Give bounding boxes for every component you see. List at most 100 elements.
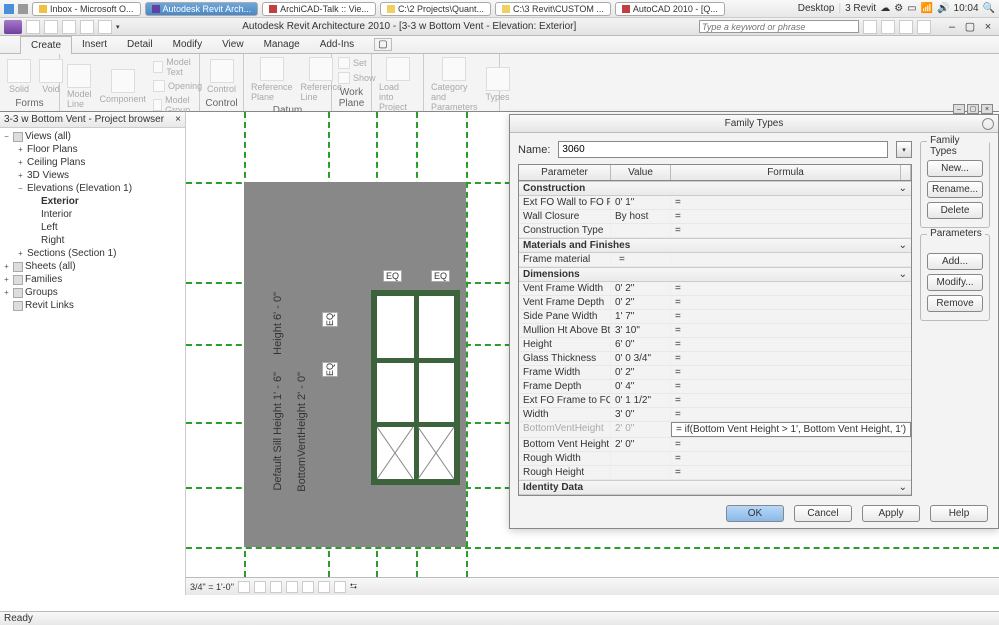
category-params-button[interactable]: Category and Parameters <box>428 56 481 113</box>
rename-type-button[interactable]: Rename... <box>927 181 983 198</box>
info-icon[interactable] <box>881 20 895 34</box>
param-row[interactable]: Height6' 0"= <box>519 338 911 352</box>
tree-node[interactable]: Left <box>2 221 183 234</box>
opening-button[interactable]: Opening <box>151 79 204 93</box>
ribbon-tab[interactable]: Add-Ins <box>310 36 364 53</box>
crop-icon[interactable] <box>302 581 314 593</box>
apply-button[interactable]: Apply <box>862 505 920 522</box>
spotlight-icon[interactable]: 🔍 <box>983 3 995 14</box>
param-group-header[interactable]: Materials and Finishes⌄ <box>519 238 911 253</box>
sun-path-icon[interactable] <box>270 581 282 593</box>
finder-icon[interactable] <box>4 4 14 14</box>
tree-node[interactable]: −Views (all) <box>2 130 183 143</box>
doc-close-icon[interactable]: × <box>981 104 993 114</box>
tree-node[interactable]: Right <box>2 234 183 247</box>
param-row[interactable]: Rough Height= <box>519 466 911 480</box>
ribbon-tab[interactable]: Detail <box>117 36 163 53</box>
battery-icon[interactable]: ▭ <box>907 3 916 14</box>
hide-isolate-icon[interactable] <box>334 581 346 593</box>
param-row[interactable]: Ext FO Frame to FO Glass0' 1 1/2"= <box>519 394 911 408</box>
redo-icon[interactable] <box>80 20 94 34</box>
param-row[interactable]: Mullion Ht Above Btm Windo3' 10"= <box>519 324 911 338</box>
param-row[interactable]: Rough Width= <box>519 452 911 466</box>
menu-icon[interactable] <box>18 4 28 14</box>
task-tab[interactable]: ArchiCAD-Talk :: Vie... <box>262 2 376 16</box>
app-menu-icon[interactable] <box>4 20 22 34</box>
parameter-grid[interactable]: Construction⌄Ext FO Wall to FO Frame0' 1… <box>519 181 911 495</box>
tree-node[interactable]: +Sheets (all) <box>2 260 183 273</box>
new-type-button[interactable]: New... <box>927 160 983 177</box>
param-row[interactable]: Bottom Vent Height2' 0"= <box>519 438 911 452</box>
types-button[interactable]: Types <box>483 66 513 103</box>
task-tab[interactable]: Autodesk Revit Arch... <box>145 2 259 16</box>
minimize-button[interactable]: – <box>945 21 959 33</box>
solid-button[interactable]: Solid <box>4 58 34 95</box>
close-button[interactable]: × <box>981 21 995 33</box>
param-row[interactable]: Width3' 0"= <box>519 408 911 422</box>
favorite-icon[interactable] <box>899 20 913 34</box>
visual-style-icon[interactable] <box>254 581 266 593</box>
browser-close-icon[interactable]: × <box>175 114 181 125</box>
control-button[interactable]: Control <box>204 58 239 95</box>
open-icon[interactable] <box>26 20 40 34</box>
task-tab[interactable]: Inbox - Microsoft O... <box>32 2 141 16</box>
scale-label[interactable]: 3/4" = 1'-0" <box>190 582 234 592</box>
tree-node[interactable]: +Ceiling Plans <box>2 156 183 169</box>
ribbon-tab[interactable]: Modify <box>163 36 212 53</box>
type-name-input[interactable] <box>558 141 888 158</box>
ribbon-minimize-icon[interactable]: ▢ <box>374 38 391 51</box>
maximize-button[interactable]: ▢ <box>963 20 977 33</box>
ribbon-tab[interactable]: Insert <box>72 36 117 53</box>
shadows-icon[interactable] <box>286 581 298 593</box>
param-row[interactable]: Construction Type= <box>519 224 911 238</box>
tray-icon[interactable]: ☁ <box>880 3 890 14</box>
detail-level-icon[interactable] <box>238 581 250 593</box>
task-tab[interactable]: C:\3 Revit\CUSTOM ... <box>495 2 611 16</box>
component-button[interactable]: Component <box>97 68 150 105</box>
model-line-button[interactable]: Model Line <box>64 63 95 110</box>
ribbon-tab[interactable]: View <box>212 36 254 53</box>
help-search-input[interactable] <box>699 20 859 33</box>
remove-param-button[interactable]: Remove <box>927 295 983 312</box>
tree-node[interactable]: +Families <box>2 273 183 286</box>
param-row[interactable]: Frame Depth0' 4"= <box>519 380 911 394</box>
volume-icon[interactable]: 🔊 <box>937 3 949 14</box>
expand-icon[interactable]: ⮀ <box>350 581 357 592</box>
crop-region-icon[interactable] <box>318 581 330 593</box>
revit-count[interactable]: 3 Revit <box>845 3 876 14</box>
task-tab[interactable]: C:\2 Projects\Quant... <box>380 2 491 16</box>
task-tab[interactable]: AutoCAD 2010 - [Q... <box>615 2 725 16</box>
tree-node[interactable]: Interior <box>2 208 183 221</box>
tree-node[interactable]: +Floor Plans <box>2 143 183 156</box>
tree-node[interactable]: Exterior <box>2 195 183 208</box>
tree-node[interactable]: Revit Links <box>2 299 183 312</box>
param-row[interactable]: BottomVentHeight2' 0"= if(Bottom Vent He… <box>519 422 911 438</box>
param-group-header[interactable]: Identity Data⌄ <box>519 480 911 495</box>
param-row[interactable]: Glass Thickness0' 0 3/4"= <box>519 352 911 366</box>
tray-icon[interactable]: ⚙ <box>894 3 903 14</box>
doc-minimize-icon[interactable]: – <box>953 104 965 114</box>
browser-tree[interactable]: −Views (all)+Floor Plans+Ceiling Plans+3… <box>0 128 185 595</box>
wifi-icon[interactable]: 📶 <box>921 3 933 14</box>
help-icon[interactable] <box>863 20 877 34</box>
param-row[interactable]: Frame Width0' 2"= <box>519 366 911 380</box>
param-row[interactable]: Vent Frame Width0' 2"= <box>519 282 911 296</box>
qat-dropdown-icon[interactable]: ▾ <box>116 23 120 31</box>
type-dropdown-icon[interactable]: ▾ <box>896 141 912 158</box>
dialog-help-icon[interactable] <box>982 118 994 130</box>
load-project-button[interactable]: Load into Project <box>376 56 419 113</box>
ribbon-tab[interactable]: Manage <box>254 36 310 53</box>
tree-node[interactable]: +3D Views <box>2 169 183 182</box>
print-icon[interactable] <box>98 20 112 34</box>
ref-plane-button[interactable]: Reference Plane <box>248 56 296 103</box>
tree-node[interactable]: +Sections (Section 1) <box>2 247 183 260</box>
save-icon[interactable] <box>44 20 58 34</box>
modify-param-button[interactable]: Modify... <box>927 274 983 291</box>
param-row[interactable]: Wall ClosureBy host= <box>519 210 911 224</box>
ok-button[interactable]: OK <box>726 505 784 522</box>
help-button[interactable]: Help <box>930 505 988 522</box>
param-row[interactable]: Vent Frame Depth0' 2"= <box>519 296 911 310</box>
tree-node[interactable]: +Groups <box>2 286 183 299</box>
delete-type-button[interactable]: Delete <box>927 202 983 219</box>
param-row[interactable]: Ext FO Wall to FO Frame0' 1"= <box>519 196 911 210</box>
